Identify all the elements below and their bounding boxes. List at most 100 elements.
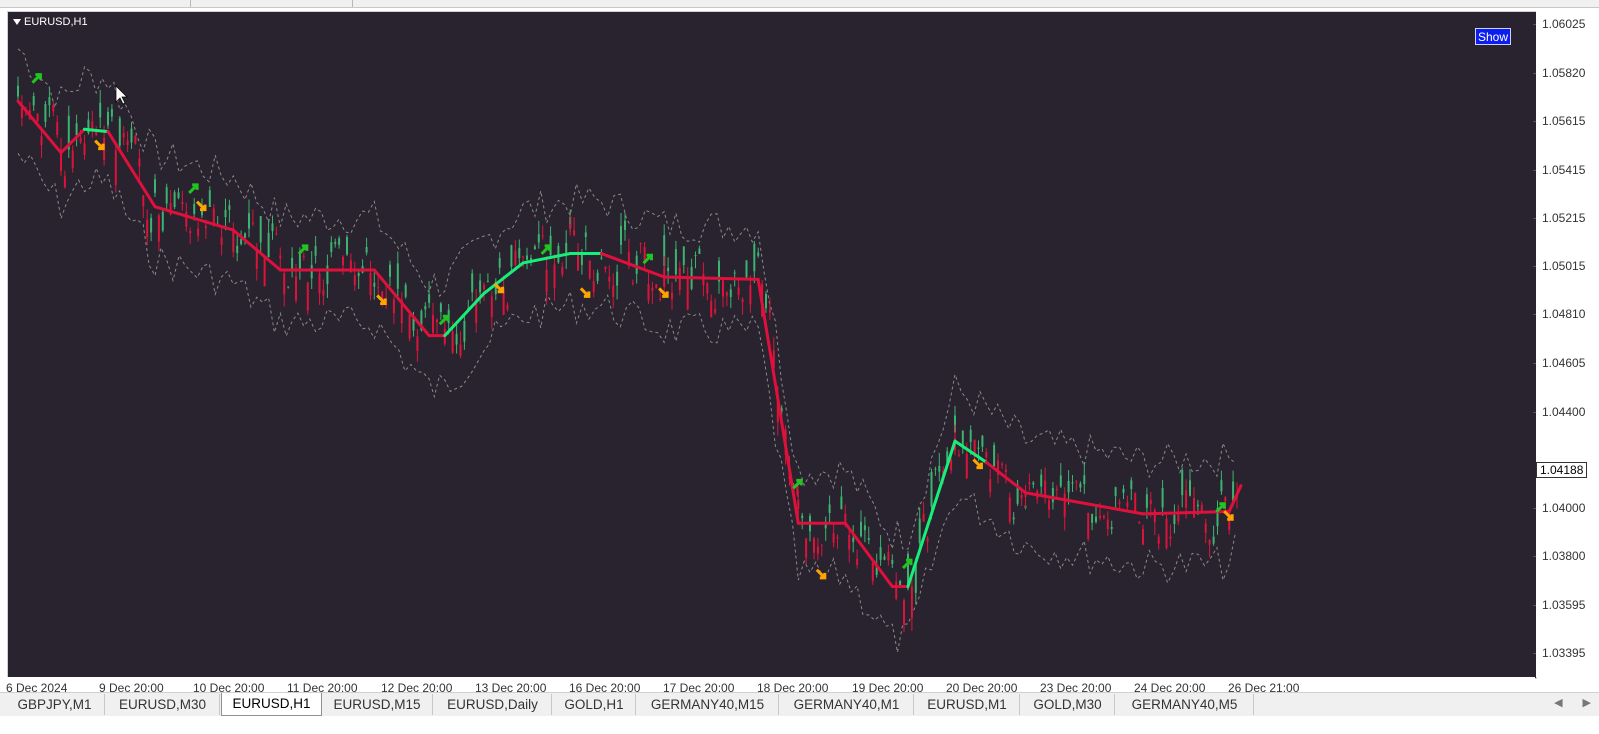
candle-body <box>828 504 831 513</box>
buy-arrow-icon <box>188 183 199 194</box>
tab-gold-m30[interactable]: GOLD,M30 <box>1021 694 1115 715</box>
candle-body <box>396 263 399 289</box>
candle-body <box>263 255 266 287</box>
candle-body <box>1196 504 1199 507</box>
candle-body <box>682 246 685 265</box>
trend-line-segment <box>1227 484 1243 513</box>
symbol-label[interactable]: EURUSD,H1 <box>13 16 88 28</box>
candle-body <box>934 468 937 470</box>
candle-body <box>1224 497 1227 502</box>
candle-body <box>326 265 329 285</box>
candle-body <box>1099 515 1101 518</box>
show-button[interactable]: Show <box>1475 28 1511 45</box>
triangle-left-icon[interactable]: ◀ <box>1554 696 1562 709</box>
candle-body <box>1071 482 1074 484</box>
candle-body <box>573 230 576 235</box>
candle-body <box>173 192 176 208</box>
bottom-strip <box>0 716 1599 734</box>
candle-body <box>83 143 86 155</box>
candle-body <box>883 556 886 560</box>
tab-scroll-arrows: ◀ ▶ <box>1554 696 1591 709</box>
candle-body <box>977 447 980 449</box>
candle-body <box>1028 482 1031 485</box>
candle-body <box>114 150 117 186</box>
candle-body <box>1044 480 1047 497</box>
price-chart[interactable] <box>8 12 1536 678</box>
candle-body <box>322 289 325 296</box>
trend-line-segment <box>1141 510 1231 516</box>
tab-gold-h1[interactable]: GOLD,H1 <box>553 694 636 715</box>
trend-line-segment <box>662 275 760 281</box>
candle-body <box>353 275 356 286</box>
triangle-right-icon[interactable]: ▶ <box>1583 696 1591 709</box>
candle-body <box>903 600 905 625</box>
candle-body <box>1063 493 1066 517</box>
candle-body <box>32 96 35 106</box>
triangle-down-icon[interactable] <box>13 19 21 25</box>
candle-body <box>1008 497 1011 522</box>
candle-body <box>1059 475 1062 487</box>
candle-body <box>1142 529 1144 545</box>
chart-window[interactable]: EURUSD,H1 Show 1.06025 1.05820 1.05615 1.05… <box>4 9 1595 701</box>
tab-eurusd-m15[interactable]: EURUSD,M15 <box>322 694 433 715</box>
trend-line-segment <box>599 252 666 279</box>
candle-body <box>455 333 458 345</box>
tab-germany40-m1[interactable]: GERMANY40,M1 <box>780 694 914 715</box>
tab-eurusd-daily[interactable]: EURUSD,Daily <box>434 694 552 715</box>
price-tick-label: 1.04810 <box>1542 307 1586 321</box>
candle-body <box>44 104 47 122</box>
candle-body <box>698 248 701 254</box>
candle-body <box>248 213 250 229</box>
candle-body <box>157 215 160 242</box>
chart-plot-area[interactable]: EURUSD,H1 Show <box>7 11 1537 679</box>
candle-body <box>36 113 39 122</box>
price-axis[interactable]: 1.06025 1.05820 1.05615 1.05415 1.05215 1.050… <box>1532 11 1595 677</box>
tab-eurusd-m30[interactable]: EURUSD,M30 <box>106 694 220 715</box>
candle-body <box>220 237 223 245</box>
candle-body <box>674 249 677 275</box>
candle-body <box>965 453 968 478</box>
candle-body <box>706 283 709 294</box>
candle-body <box>486 280 489 282</box>
tab-eurusd-h1[interactable]: EURUSD,H1 <box>221 693 322 716</box>
candle-body <box>678 268 681 291</box>
candle-body <box>820 544 823 546</box>
tab-eurusd-m1[interactable]: EURUSD,M1 <box>915 694 1020 715</box>
tab-gbpjpy-m1[interactable]: GBPJPY,M1 <box>5 694 105 715</box>
tab-germany40-m5[interactable]: GERMANY40,M5 <box>1116 694 1254 715</box>
candle-body <box>204 226 207 229</box>
price-tick-label: 1.03800 <box>1542 549 1586 563</box>
candle-body <box>373 282 376 287</box>
candle-body <box>1091 514 1094 523</box>
candle-body <box>1165 518 1168 548</box>
candle-body <box>310 264 313 279</box>
price-tick: 1.05015 <box>1532 259 1585 273</box>
sell-arrow-icon <box>94 139 105 151</box>
candle-body <box>424 306 427 310</box>
price-tick: 1.04605 <box>1532 356 1585 370</box>
candle-body <box>1051 488 1054 503</box>
candle-body <box>1161 488 1164 508</box>
candle-body <box>279 255 282 259</box>
candle-body <box>643 247 646 261</box>
candle-body <box>561 267 564 275</box>
candle-body <box>569 224 572 229</box>
sell-arrow-icon <box>376 294 387 305</box>
candle-body <box>722 280 724 297</box>
candle-body <box>334 242 337 245</box>
candle-body <box>428 294 431 303</box>
candle-body <box>161 211 164 231</box>
candle-body <box>126 140 129 145</box>
trend-line-segment <box>756 277 800 525</box>
tab-germany40-m15[interactable]: GERMANY40,M15 <box>637 694 779 715</box>
candle-body <box>377 287 380 289</box>
candle-body <box>306 282 309 311</box>
candle-body <box>852 538 855 542</box>
candle-body <box>592 281 595 292</box>
candle-body <box>1040 474 1043 487</box>
candle-body <box>236 245 239 254</box>
candle-body <box>1067 480 1070 493</box>
candle-body <box>749 285 752 305</box>
candle-body <box>926 538 929 542</box>
candle-body <box>1134 493 1137 512</box>
